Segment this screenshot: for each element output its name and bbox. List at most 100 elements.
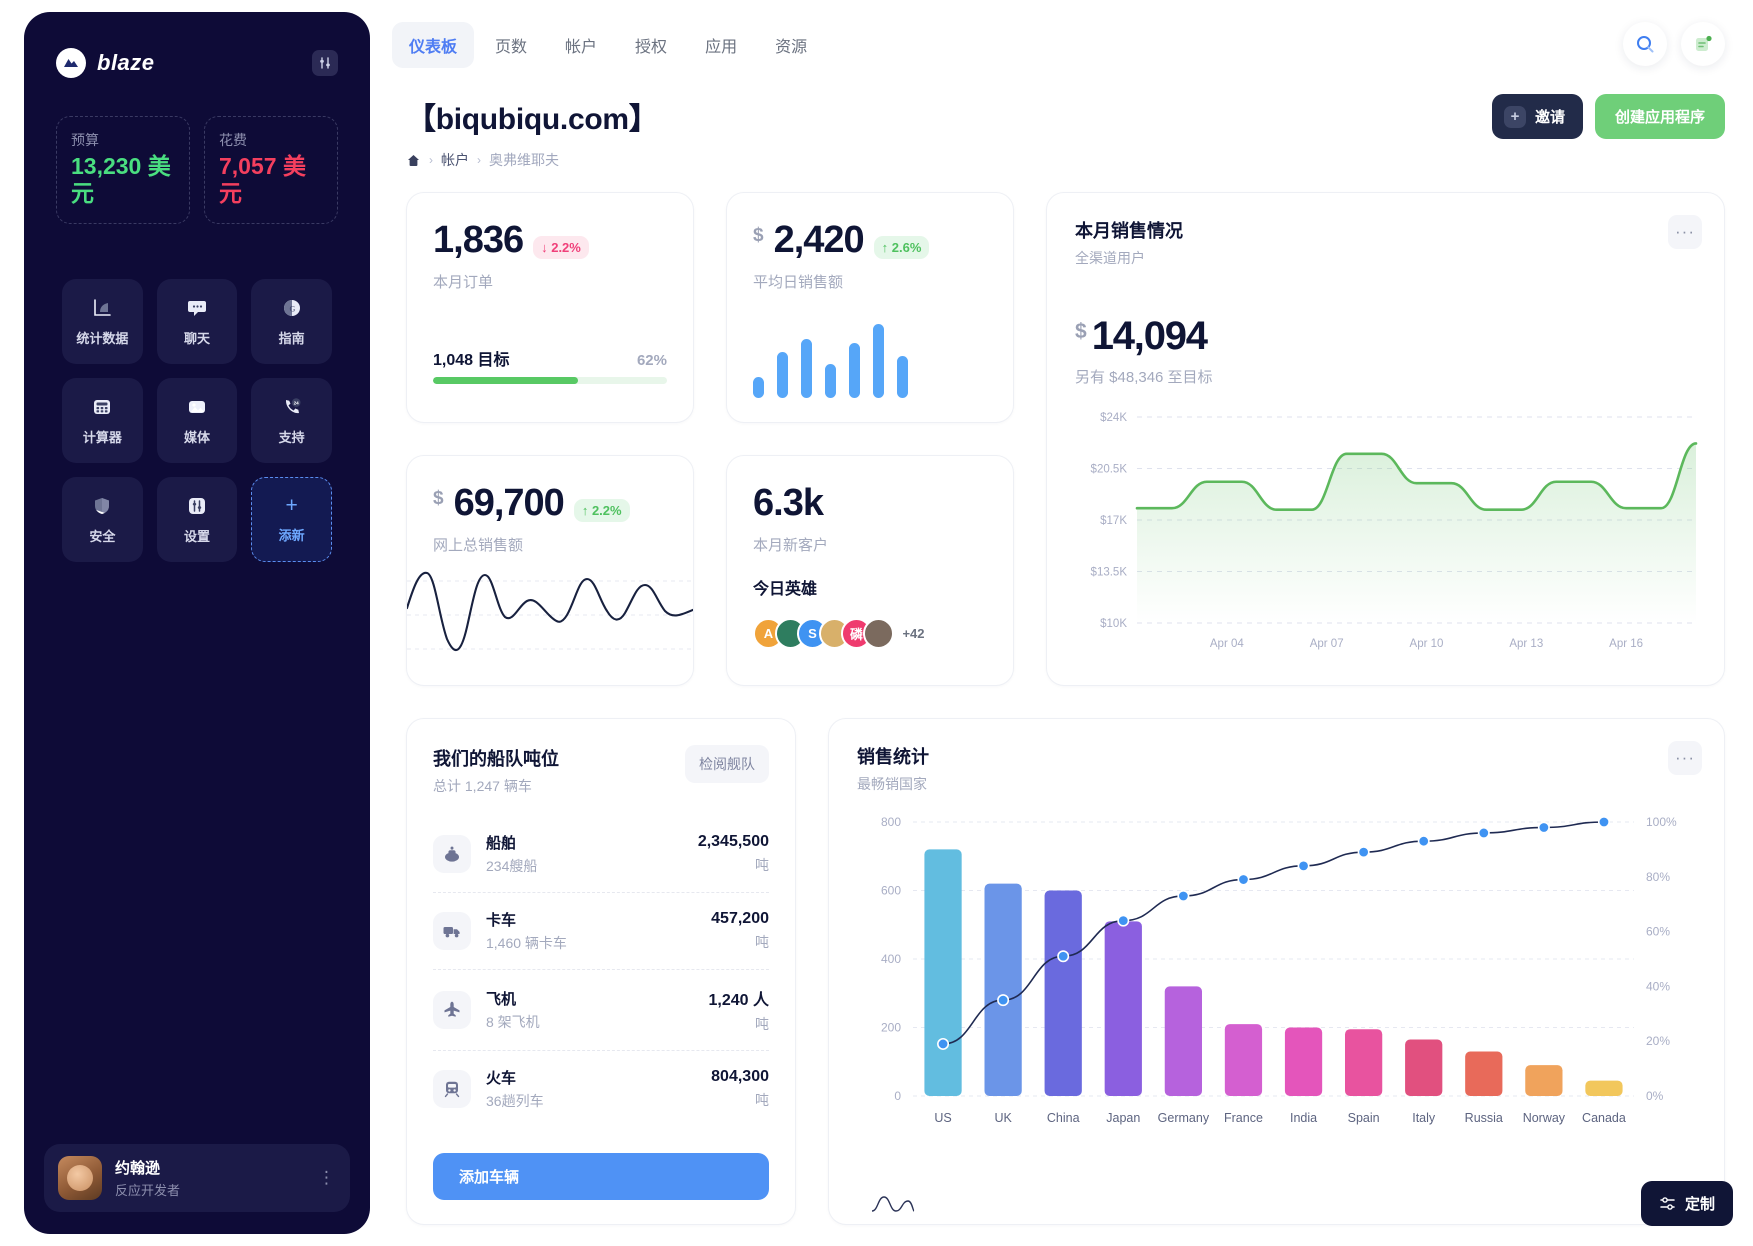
search-button[interactable] bbox=[1623, 22, 1667, 66]
mini-bar bbox=[801, 339, 812, 398]
kpi-row: 1,836 ↓ 2.2% 本月订单 1,048 目标 62% $ 69,700 … bbox=[406, 192, 1725, 686]
customize-button[interactable]: 定制 bbox=[1640, 1181, 1733, 1226]
fleet-list: 船舶 234艘船 2,345,500 吨卡车 1,460 辆卡车 457,200 吨飞机 8 … bbox=[433, 816, 769, 1127]
breadcrumb: › 帐户 › 奥弗维耶夫 bbox=[406, 150, 1753, 170]
avatar[interactable] bbox=[863, 618, 894, 649]
monthly-sales-more-button[interactable]: ··· bbox=[1668, 215, 1702, 249]
heroes-title: 今日英雄 bbox=[753, 581, 818, 598]
invite-label: 邀请 bbox=[1534, 109, 1565, 126]
spend-stat: 花费 7,057 美元 bbox=[204, 116, 338, 225]
kebab-menu-icon[interactable]: ⋮ bbox=[318, 1168, 336, 1188]
sidebar-item-guide[interactable]: G 指南 bbox=[251, 279, 332, 365]
bar-chart-icon bbox=[91, 297, 113, 319]
tab-authorization[interactable]: 授权 bbox=[618, 22, 684, 68]
sidebar-item-settings[interactable]: 设置 bbox=[156, 477, 238, 563]
home-icon[interactable] bbox=[406, 153, 421, 168]
monthly-sales-subtitle: 全渠道用户 bbox=[1075, 250, 1145, 266]
sidebar-item-chat[interactable]: 聊天 bbox=[156, 279, 238, 365]
mini-bar bbox=[825, 363, 836, 398]
fleet-row-unit: 吨 bbox=[755, 857, 769, 873]
avatar-overflow-count[interactable]: +42 bbox=[898, 618, 929, 649]
create-app-button[interactable]: 创建应用程序 bbox=[1594, 94, 1725, 139]
sidebar-item-add[interactable]: + 添新 bbox=[251, 477, 332, 563]
page-header: 【biqubiqu.com】 › 帐户 › 奥弗维耶夫 + 邀请 创建应用程序 bbox=[370, 68, 1753, 170]
truck-icon bbox=[433, 912, 471, 950]
svg-text:India: India bbox=[1290, 1111, 1317, 1125]
mini-bar bbox=[897, 356, 908, 398]
fleet-row-value: 2,345,500 bbox=[697, 833, 769, 850]
user-role: 反应开发者 bbox=[115, 1183, 181, 1198]
currency-symbol: $ bbox=[1075, 320, 1087, 343]
fleet-title: 我们的船队吨位 bbox=[433, 749, 559, 769]
sidebar-item-label: 支持 bbox=[278, 429, 305, 445]
sidebar-item-media[interactable]: 媒体 bbox=[156, 378, 238, 464]
svg-text:24: 24 bbox=[293, 400, 299, 405]
svg-text:Apr 16: Apr 16 bbox=[1609, 638, 1643, 650]
inspect-fleet-button[interactable]: 检阅舰队 bbox=[685, 745, 769, 783]
plus-icon: + bbox=[285, 494, 298, 518]
sidebar-settings-icon[interactable] bbox=[312, 50, 338, 76]
avg-daily-label: 平均日销售额 bbox=[753, 274, 844, 291]
svg-text:Canada: Canada bbox=[1582, 1111, 1626, 1125]
notes-button[interactable] bbox=[1681, 22, 1725, 66]
tab-accounts[interactable]: 帐户 bbox=[548, 22, 614, 68]
orders-goal-label: 1,048 目标 bbox=[433, 352, 510, 369]
calculator-icon bbox=[91, 396, 113, 418]
fleet-row-value: 804,300 bbox=[711, 1068, 769, 1085]
kpi-column-middle: $ 2,420 ↑ 2.6% 平均日销售额 6.3k 本月新客户 今日英雄 A … bbox=[726, 192, 1014, 686]
sidebar-stats: 预算 13,230 美元 花费 7,057 美元 bbox=[24, 78, 370, 225]
sidebar-item-label: 统计数据 bbox=[76, 330, 129, 346]
sidebar-item-security[interactable]: 安全 bbox=[62, 477, 143, 563]
mini-bar bbox=[777, 352, 788, 398]
budget-value: 13,230 美元 bbox=[71, 153, 171, 207]
svg-text:0%: 0% bbox=[1646, 1089, 1664, 1103]
svg-text:Apr 13: Apr 13 bbox=[1509, 638, 1543, 650]
tab-resources[interactable]: 资源 bbox=[758, 22, 824, 68]
add-vehicle-button[interactable]: 添加车辆 bbox=[433, 1153, 769, 1200]
fleet-row-subtitle: 234艘船 bbox=[486, 858, 538, 874]
svg-text:600: 600 bbox=[881, 884, 901, 898]
brand-name: blaze bbox=[97, 50, 155, 75]
heroes-avatar-group[interactable]: A S 磷 +42 bbox=[753, 618, 929, 649]
fleet-row[interactable]: 卡车 1,460 辆卡车 457,200 吨 bbox=[433, 893, 769, 970]
invite-button[interactable]: + 邀请 bbox=[1491, 94, 1583, 139]
breadcrumb-separator: › bbox=[429, 153, 433, 167]
svg-text:Norway: Norway bbox=[1523, 1111, 1566, 1125]
online-sales-headline: $ 69,700 ↑ 2.2% bbox=[433, 482, 667, 525]
sales-statistics-card: 销售统计 最畅销国家 ··· 0 200 400 600 800 0% 20% 40% 60% 8… bbox=[828, 718, 1725, 1225]
breadcrumb-item-accounts[interactable]: 帐户 bbox=[441, 150, 469, 170]
svg-text:Spain: Spain bbox=[1348, 1111, 1380, 1125]
fleet-row-unit: 吨 bbox=[755, 1016, 769, 1032]
sidebar-header: blaze bbox=[24, 12, 370, 78]
svg-text:$24K: $24K bbox=[1100, 412, 1127, 424]
budget-label: 预算 bbox=[71, 132, 99, 148]
sidebar-item-label: 聊天 bbox=[183, 330, 210, 346]
fleet-row[interactable]: 飞机 8 架飞机 1,240 人吨 bbox=[433, 970, 769, 1051]
brand[interactable]: blaze bbox=[56, 48, 155, 78]
lower-row: 我们的船队吨位 总计 1,247 辆车 检阅舰队 船舶 234艘船 2,345,50… bbox=[406, 718, 1725, 1225]
svg-text:200: 200 bbox=[881, 1021, 901, 1035]
tab-dashboard[interactable]: 仪表板 bbox=[392, 22, 475, 68]
new-customers-label: 本月新客户 bbox=[753, 537, 829, 554]
tab-apps[interactable]: 应用 bbox=[688, 22, 754, 68]
svg-text:Germany: Germany bbox=[1158, 1111, 1210, 1125]
svg-text:G: G bbox=[289, 304, 295, 313]
svg-text:80%: 80% bbox=[1646, 870, 1670, 884]
fleet-row-name: 飞机 bbox=[486, 991, 517, 1008]
sidebar-item-stats[interactable]: 统计数据 bbox=[62, 279, 143, 365]
sidebar-item-calculator[interactable]: 计算器 bbox=[62, 378, 143, 464]
orders-delta-badge: ↓ 2.2% bbox=[533, 236, 589, 259]
sidebar-item-support[interactable]: 24 支持 bbox=[251, 378, 332, 464]
fleet-row[interactable]: 船舶 234艘船 2,345,500 吨 bbox=[433, 816, 769, 893]
top-navigation: 仪表板 页数 帐户 授权 应用 资源 bbox=[370, 0, 1753, 68]
tab-pages[interactable]: 页数 bbox=[478, 22, 544, 68]
orders-card: 1,836 ↓ 2.2% 本月订单 1,048 目标 62% bbox=[406, 192, 694, 423]
wave-icon[interactable] bbox=[871, 1192, 915, 1214]
sidebar-item-label: 安全 bbox=[89, 528, 116, 544]
sales-stats-more-button[interactable]: ··· bbox=[1668, 741, 1702, 775]
fleet-row[interactable]: 火车 36趟列车 804,300 吨 bbox=[433, 1051, 769, 1127]
svg-text:$20.5K: $20.5K bbox=[1091, 464, 1128, 476]
avatar bbox=[58, 1156, 102, 1200]
guide-icon: G bbox=[281, 297, 303, 319]
sidebar-user-card[interactable]: 约翰逊 反应开发者 ⋮ bbox=[44, 1144, 350, 1212]
